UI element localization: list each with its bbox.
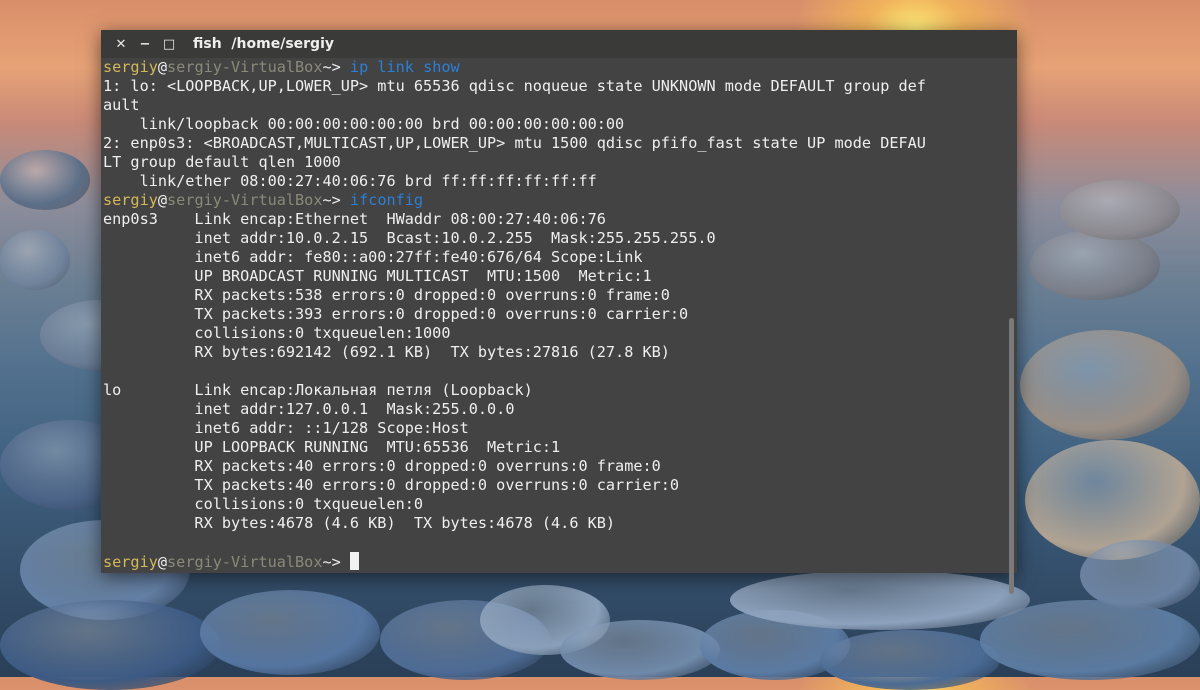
output-line: TX packets:393 errors:0 dropped:0 overru… (103, 305, 689, 323)
pebble (730, 570, 1030, 630)
prompt-line: sergiy@sergiy-VirtualBox~> ip link show (103, 58, 1005, 77)
maximize-icon[interactable]: □ (157, 37, 181, 52)
output-line: RX packets:40 errors:0 dropped:0 overrun… (103, 457, 661, 475)
prompt-symbol: ~> (322, 58, 350, 76)
prompt-at: @ (157, 58, 168, 76)
command-text: ip link show (349, 58, 460, 76)
window-title: fish /home/sergiy (193, 36, 334, 52)
output-line: link/loopback 00:00:00:00:00:00 brd 00:0… (103, 115, 625, 133)
window-titlebar[interactable]: ✕ − □ fish /home/sergiy (101, 30, 1017, 58)
terminal-window[interactable]: ✕ − □ fish /home/sergiy sergiy@sergiy-Vi… (101, 30, 1017, 594)
prompt-user: sergiy (103, 58, 158, 76)
pebble (200, 590, 380, 675)
prompt-user: sergiy (103, 191, 158, 209)
terminal-output[interactable]: sergiy@sergiy-VirtualBox~> ip link show 1… (103, 58, 1005, 573)
scrollbar-thumb[interactable] (1009, 318, 1014, 594)
pebble (1020, 330, 1190, 440)
prompt-symbol: ~> (322, 191, 350, 209)
prompt-user: sergiy (103, 553, 158, 571)
output-line: inet addr:10.0.2.15 Bcast:10.0.2.255 Mas… (103, 229, 716, 247)
output-line: RX bytes:692142 (692.1 KB) TX bytes:2781… (103, 343, 670, 361)
pebble (820, 630, 1000, 690)
prompt-line: sergiy@sergiy-VirtualBox~> (103, 552, 1005, 571)
output-line: 2: enp0s3: <BROADCAST,MULTICAST,UP,LOWER… (103, 134, 926, 152)
output-line: collisions:0 txqueuelen:1000 (103, 324, 451, 342)
output-line: RX bytes:4678 (4.6 KB) TX bytes:4678 (4.… (103, 514, 616, 532)
minimize-icon[interactable]: − (133, 37, 157, 52)
output-line: enp0s3 Link encap:Ethernet HWaddr 08:00:… (103, 210, 606, 228)
output-line: inet addr:127.0.0.1 Mask:255.0.0.0 (103, 400, 515, 418)
prompt-at: @ (157, 191, 168, 209)
pebble (1025, 440, 1200, 560)
terminal-scrollbar[interactable] (1005, 58, 1017, 594)
prompt-host: sergiy-VirtualBox (167, 58, 323, 76)
pebble (1080, 540, 1200, 610)
output-line: link/ether 08:00:27:40:06:76 brd ff:ff:f… (103, 172, 597, 190)
command-text: ifconfig (349, 191, 424, 209)
terminal-cursor[interactable] (349, 552, 359, 570)
output-line: inet6 addr: ::1/128 Scope:Host (103, 419, 469, 437)
output-line: collisions:0 txqueuelen:0 (103, 495, 424, 513)
output-line: LT group default qlen 1000 (103, 153, 341, 171)
output-line: lo Link encap:Локальная петля (Loopback) (103, 381, 533, 399)
prompt-host: sergiy-VirtualBox (167, 553, 323, 571)
output-line: UP BROADCAST RUNNING MULTICAST MTU:1500 … (103, 267, 652, 285)
prompt-symbol: ~> (322, 553, 350, 571)
output-line: 1: lo: <LOOPBACK,UP,LOWER_UP> mtu 65536 … (103, 77, 926, 95)
output-line: TX packets:40 errors:0 dropped:0 overrun… (103, 476, 680, 494)
output-line: RX packets:538 errors:0 dropped:0 overru… (103, 286, 670, 304)
prompt-at: @ (157, 553, 168, 571)
output-line: UP LOOPBACK RUNNING MTU:65536 Metric:1 (103, 438, 561, 456)
output-line: ault (103, 96, 140, 114)
pebble (1060, 180, 1180, 240)
prompt-line: sergiy@sergiy-VirtualBox~> ifconfig (103, 191, 1005, 210)
close-icon[interactable]: ✕ (109, 37, 133, 52)
pebble (560, 620, 720, 680)
pebble (0, 150, 90, 210)
pebble (0, 230, 70, 290)
pebble (1030, 230, 1160, 300)
prompt-host: sergiy-VirtualBox (167, 191, 323, 209)
output-line: inet6 addr: fe80::a00:27ff:fe40:676/64 S… (103, 248, 643, 266)
